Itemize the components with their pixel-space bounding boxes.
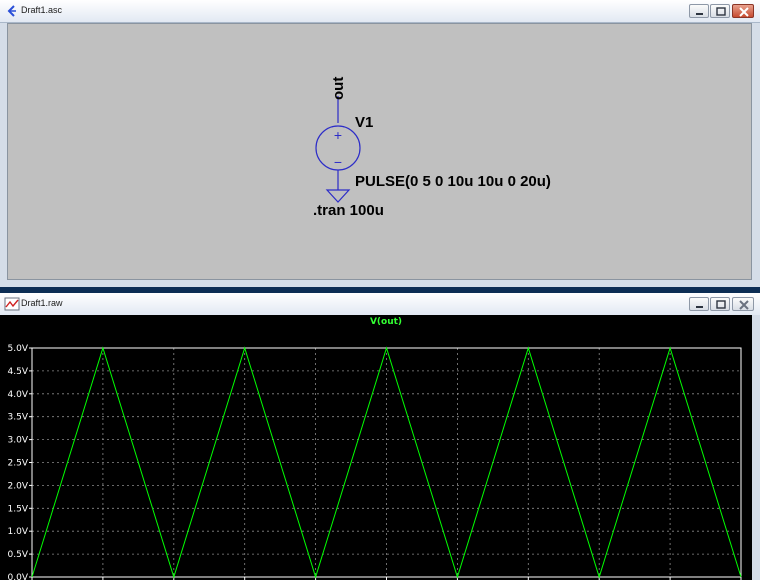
y-tick-label: 2.0V bbox=[8, 481, 29, 491]
y-tick-label: 1.5V bbox=[8, 504, 29, 514]
y-tick-label: 0.0V bbox=[8, 573, 29, 580]
component-name[interactable]: V1 bbox=[355, 114, 373, 131]
schematic-doc-icon bbox=[7, 5, 16, 17]
spice-directive[interactable]: .tran 100u bbox=[313, 202, 384, 219]
plot-right-border bbox=[752, 315, 760, 580]
restore-icon bbox=[716, 300, 726, 309]
maximize-button[interactable] bbox=[710, 4, 730, 18]
plus-sign: + bbox=[334, 127, 342, 143]
schematic-window: Draft1.asc out + − V1 PULSE(0 5 0 10u 10… bbox=[0, 0, 760, 287]
y-tick-label: 3.0V bbox=[8, 436, 29, 446]
source-value[interactable]: PULSE(0 5 0 10u 10u 0 20u) bbox=[355, 173, 551, 190]
schematic-title: Draft1.asc bbox=[21, 5, 63, 15]
y-tick-label: 3.5V bbox=[8, 413, 29, 423]
net-label-out[interactable]: out bbox=[330, 77, 347, 100]
minimize-icon bbox=[696, 13, 703, 15]
trace-v-out[interactable] bbox=[31, 346, 742, 579]
waveform-chart[interactable]: 0.0V 0.5V 1.0V 1.5V 2.0V 2.5V 3.0V 3.5V 4.0V 4.5V… bbox=[0, 315, 752, 580]
y-tick-label: 2.5V bbox=[8, 459, 29, 469]
trace-label[interactable]: V(out) bbox=[370, 317, 402, 327]
waveform-title: Draft1.raw bbox=[21, 298, 63, 308]
waveform-doc-icon bbox=[4, 297, 20, 311]
y-tick-label: 4.5V bbox=[8, 367, 29, 377]
waveform-minimize-button[interactable] bbox=[689, 297, 709, 311]
close-icon bbox=[739, 300, 749, 310]
y-tick-label: 4.0V bbox=[8, 390, 29, 400]
waveform-window: Draft1.raw 0.0V 0.5V 1.0V 1.5V 2.0V 2.5V 3.0V 3… bbox=[0, 293, 760, 580]
minimize-button[interactable] bbox=[689, 4, 709, 18]
schematic-canvas[interactable]: out + − V1 PULSE(0 5 0 10u 10u 0 20u) .t… bbox=[7, 23, 752, 280]
waveform-title-bar[interactable]: Draft1.raw bbox=[0, 293, 760, 316]
ground-icon[interactable] bbox=[325, 189, 351, 203]
waveform-plot-area[interactable]: 0.0V 0.5V 1.0V 1.5V 2.0V 2.5V 3.0V 3.5V 4.0V 4.5V… bbox=[0, 315, 752, 580]
y-tick-label: 5.0V bbox=[8, 344, 29, 354]
y-tick-label: 0.5V bbox=[8, 550, 29, 560]
restore-icon bbox=[716, 7, 726, 16]
y-tick-label: 1.0V bbox=[8, 527, 29, 537]
waveform-close-button[interactable] bbox=[732, 297, 754, 311]
close-button[interactable] bbox=[732, 4, 754, 18]
close-icon bbox=[739, 7, 749, 17]
minus-sign: − bbox=[334, 154, 342, 170]
minimize-icon bbox=[696, 306, 703, 308]
schematic-title-bar[interactable]: Draft1.asc bbox=[0, 0, 760, 23]
waveform-maximize-button[interactable] bbox=[710, 297, 730, 311]
